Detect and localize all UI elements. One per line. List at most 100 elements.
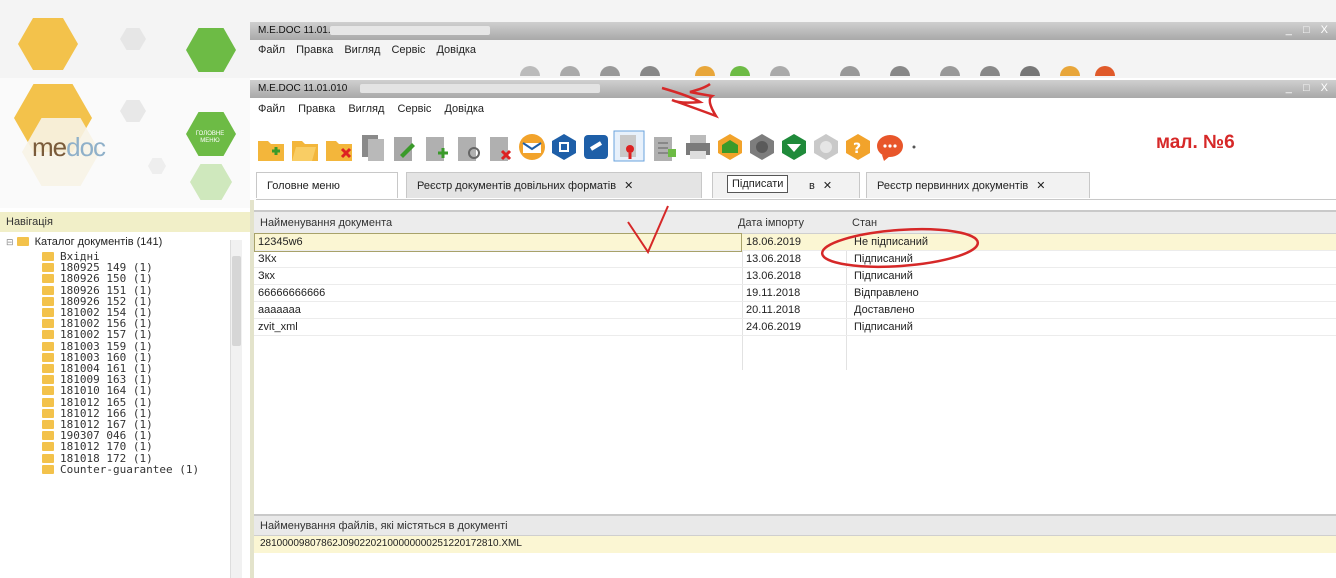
disabled-icon[interactable]	[814, 134, 838, 160]
main-window-controls[interactable]: _ □ X	[1286, 82, 1332, 94]
view-doc-icon[interactable]	[458, 137, 480, 161]
main-window-title: M.E.DOC 11.01.010	[258, 83, 348, 94]
logo-hex-green-light	[190, 164, 232, 200]
download-icon[interactable]	[782, 134, 806, 160]
folder-delete-icon[interactable]	[326, 141, 352, 161]
folder-icon	[42, 330, 54, 340]
cell-name: zvit_xml	[258, 321, 298, 333]
bg-menu-help[interactable]: Довідка	[436, 44, 476, 56]
edit-icon[interactable]	[394, 137, 415, 161]
sign-list-icon[interactable]	[654, 137, 676, 161]
chat-icon[interactable]	[877, 135, 903, 161]
table-row[interactable]: 66666666666 19.11.2018 Відправлено	[254, 285, 1336, 302]
column-header-import-date[interactable]: Дата імпорту	[738, 217, 804, 229]
brand-me: me	[32, 132, 67, 162]
tree-item-label: Counter-guarantee (1)	[60, 462, 200, 476]
redacted-title-area	[360, 84, 600, 93]
tab-label: в	[809, 180, 815, 192]
receive-envelope-icon[interactable]	[718, 134, 742, 160]
logo-hex-grey	[120, 100, 146, 122]
column-header-status[interactable]: Стан	[852, 217, 877, 229]
add-doc-icon[interactable]	[426, 137, 448, 161]
cell-name: ааааааа	[258, 304, 301, 316]
delete-doc-icon[interactable]	[490, 137, 512, 161]
folder-icon	[42, 319, 54, 329]
navigation-scrollbar[interactable]	[230, 240, 242, 578]
tab-free-format-registry[interactable]: Реєстр документів довільних форматів ✕	[406, 172, 702, 198]
folder-icon	[42, 352, 54, 362]
cell-date: 24.06.2019	[746, 321, 802, 333]
print-icon[interactable]	[686, 135, 710, 159]
background-window-controls[interactable]: _ □ X	[1286, 24, 1332, 36]
cell-date: 20.11.2018	[746, 304, 801, 316]
table-row[interactable]: Зкх 13.06.2018 Підписаний	[254, 268, 1336, 285]
folder-icon	[42, 341, 54, 351]
toolbar: ?	[256, 125, 1116, 165]
folder-icon	[42, 397, 54, 407]
menu-edit[interactable]: Правка	[298, 103, 335, 115]
menu-view[interactable]: Вигляд	[348, 103, 384, 115]
background-window: M.E.DOC 11.01.010 _ □ X Файл Правка Вигл…	[0, 0, 1336, 78]
toolbar-more-icon[interactable]	[912, 145, 916, 149]
bg-menu-edit[interactable]: Правка	[296, 44, 333, 56]
column-header-name[interactable]: Найменування документа	[260, 217, 392, 229]
bg-logo-hex-yellow	[18, 18, 78, 70]
cell-date: 13.06.2018	[746, 253, 802, 265]
main-menu-hex-label[interactable]: ГОЛОВНЕ МЕНЮ	[190, 131, 230, 145]
bg-menu-service[interactable]: Сервіс	[391, 44, 425, 56]
tab-main-menu[interactable]: Головне меню	[256, 172, 398, 198]
bg-logo-hex-grey	[120, 28, 146, 50]
files-panel-header: Найменування файлів, які містяться в док…	[254, 514, 1336, 536]
logo-area: medoc ГОЛОВНЕ МЕНЮ	[0, 78, 250, 208]
bg-menu-file[interactable]: Файл	[258, 44, 285, 56]
tree-root-label: Каталог документів (141)	[34, 236, 163, 248]
folder-icon	[42, 296, 54, 306]
close-icon[interactable]: ✕	[823, 180, 832, 192]
folder-new-icon[interactable]	[258, 141, 284, 161]
folder-icon	[42, 464, 54, 474]
tree-root-catalog[interactable]: ⊟ Каталог документів (141)	[6, 236, 162, 248]
close-icon[interactable]: ✕	[624, 180, 633, 192]
table-row[interactable]: zvit_xml 24.06.2019 Підписаний	[254, 319, 1336, 336]
cell-status: Доставлено	[854, 304, 915, 316]
cell-status: Відправлено	[854, 287, 919, 299]
folder-open-icon[interactable]	[292, 141, 318, 161]
cell-status: Підписаний	[854, 270, 913, 282]
send-envelope-icon[interactable]	[519, 134, 545, 160]
table-row[interactable]: ааааааа 20.11.2018 Доставлено	[254, 302, 1336, 319]
menu-service[interactable]: Сервіс	[397, 103, 431, 115]
folder-icon	[42, 453, 54, 463]
cell-name: Зкх	[258, 270, 275, 282]
tree-item[interactable]: Counter-guarantee (1)	[42, 463, 199, 476]
menu-help[interactable]: Довідка	[444, 103, 484, 115]
tab-primary-docs-registry[interactable]: Реєстр первинних документів ✕	[866, 172, 1090, 198]
menu-file[interactable]: Файл	[258, 103, 285, 115]
folder-icon	[42, 431, 54, 441]
copy-icon[interactable]	[362, 135, 384, 161]
help-icon[interactable]: ?	[846, 134, 870, 160]
settings-icon[interactable]	[750, 134, 774, 160]
table-row[interactable]: ЗКх 13.06.2018 Підписаний	[254, 251, 1336, 268]
collapse-icon[interactable]: ⊟	[6, 237, 14, 247]
sign-tooltip: Підписати	[727, 175, 789, 193]
folder-icon	[42, 285, 54, 295]
figure-annotation-label: мал. №6	[1156, 132, 1235, 153]
folder-icon	[42, 375, 54, 385]
bg-logo-hex-green	[186, 28, 236, 72]
file-row[interactable]: 28100009807862J0902202100000000251220172…	[254, 536, 1336, 553]
brand-logo: medoc	[32, 132, 106, 163]
sign-icon[interactable]	[613, 130, 645, 162]
close-icon[interactable]: ✕	[1036, 180, 1045, 192]
main-titlebar: M.E.DOC 11.01.010 _ □ X	[250, 80, 1336, 98]
table-header: Найменування документа Дата імпорту Стан	[254, 210, 1336, 234]
folder-icon	[42, 263, 54, 273]
cell-date: 13.06.2018	[746, 270, 802, 282]
bg-menu-view[interactable]: Вигляд	[344, 44, 380, 56]
scrollbar-thumb[interactable]	[232, 256, 241, 346]
folder-icon	[16, 237, 29, 246]
link-icon[interactable]	[584, 135, 608, 159]
folder-icon	[42, 308, 54, 317]
svg-text:?: ?	[853, 141, 861, 157]
cell-status: Не підписаний	[854, 236, 929, 248]
archive-icon[interactable]	[552, 134, 576, 160]
